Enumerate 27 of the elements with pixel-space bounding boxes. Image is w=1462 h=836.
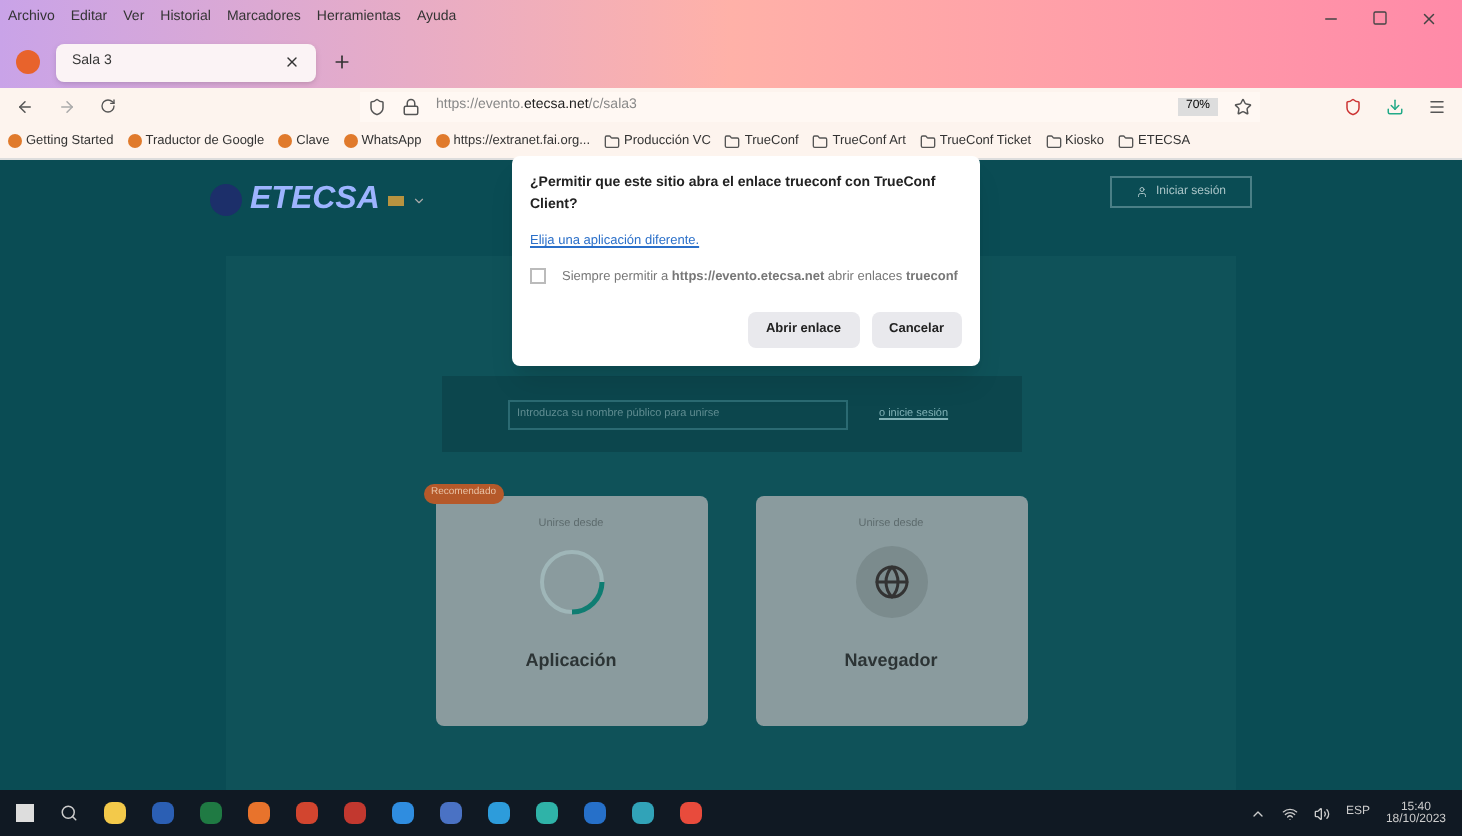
folder-icon	[1118, 133, 1135, 149]
close-tab-icon[interactable]	[284, 54, 300, 70]
flag-icon[interactable]	[387, 195, 404, 205]
maximize-icon[interactable]	[1372, 9, 1388, 25]
globe-icon	[855, 546, 927, 619]
folder-icon	[604, 133, 621, 149]
close-icon[interactable]	[1420, 9, 1438, 27]
download-icon[interactable]	[1386, 97, 1404, 115]
folder-icon	[919, 133, 936, 149]
shield-icon	[368, 97, 386, 115]
star-icon[interactable]	[1234, 97, 1252, 115]
caret-icon[interactable]	[411, 193, 426, 207]
new-tab-icon[interactable]	[332, 52, 352, 72]
always-allow-checkbox[interactable]	[530, 267, 546, 284]
volume-icon[interactable]	[1313, 805, 1330, 821]
reload-icon[interactable]	[100, 98, 116, 114]
network-icon[interactable]	[1281, 805, 1298, 821]
folder-icon	[1045, 133, 1062, 149]
folder-icon	[812, 133, 829, 149]
folder-icon	[724, 133, 741, 149]
search-icon[interactable]	[60, 804, 78, 822]
loading-spinner-icon	[537, 548, 605, 617]
menu-icon[interactable]	[1428, 97, 1446, 115]
lock-icon	[402, 97, 420, 115]
back-icon[interactable]	[16, 97, 34, 115]
logo-text: ETECSA	[250, 180, 380, 220]
user-icon	[1135, 186, 1148, 198]
